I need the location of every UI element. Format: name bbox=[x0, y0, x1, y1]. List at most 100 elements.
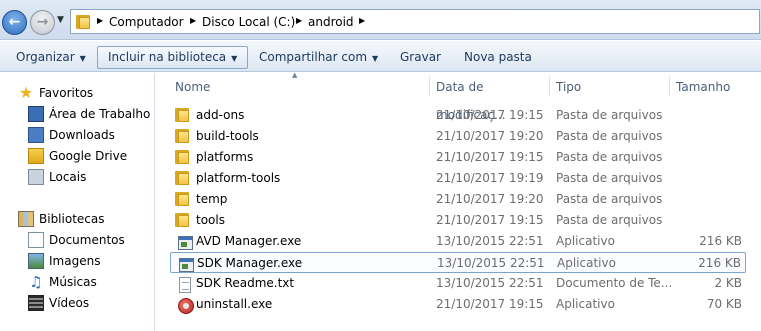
folder-icon bbox=[174, 149, 190, 165]
share-label: Compartilhar com bbox=[259, 50, 368, 64]
file-row[interactable]: AVD Manager.exe 13/10/2015 22:51 Aplicat… bbox=[170, 231, 746, 252]
column-header-type[interactable]: Tipo bbox=[556, 73, 666, 101]
nav-documents-label: Documentos bbox=[49, 233, 125, 247]
breadcrumb-local-disk[interactable]: Disco Local (C:) bbox=[202, 15, 295, 29]
include-label: Incluir na biblioteca bbox=[108, 50, 227, 64]
nav-documents[interactable]: Documentos bbox=[28, 230, 125, 250]
file-date: 21/10/2017 19:19 bbox=[436, 171, 544, 185]
file-date: 21/10/2017 19:15 bbox=[436, 297, 544, 311]
nav-music-label: Músicas bbox=[49, 275, 97, 289]
file-row[interactable]: platform-tools 21/10/2017 19:19 Pasta de… bbox=[170, 168, 746, 189]
nav-google-drive[interactable]: Google Drive bbox=[28, 146, 127, 166]
new-folder-button[interactable]: Nova pasta bbox=[464, 48, 532, 68]
file-row[interactable]: add-ons 21/10/2017 19:15 Pasta de arquiv… bbox=[170, 105, 746, 126]
column-type-label: Tipo bbox=[556, 80, 582, 94]
column-divider[interactable] bbox=[429, 76, 430, 96]
file-name: uninstall.exe bbox=[196, 297, 273, 311]
file-row[interactable]: temp 21/10/2017 19:20 Pasta de arquivos bbox=[170, 189, 746, 210]
file-type: Pasta de arquivos bbox=[556, 150, 663, 164]
file-row[interactable]: build-tools 21/10/2017 19:20 Pasta de ar… bbox=[170, 126, 746, 147]
file-name: AVD Manager.exe bbox=[196, 234, 302, 248]
file-name: add-ons bbox=[196, 108, 245, 122]
file-name: temp bbox=[196, 192, 228, 206]
back-button[interactable]: ← bbox=[2, 10, 27, 35]
file-date: 13/10/2015 22:51 bbox=[436, 234, 544, 248]
music-note-icon: ♫ bbox=[29, 272, 43, 291]
chevron-right-icon[interactable]: ▶ bbox=[359, 16, 365, 25]
breadcrumb[interactable]: ▶ Computador ▶ Disco Local (C:) ▶ androi… bbox=[70, 9, 760, 34]
file-row[interactable]: platforms 21/10/2017 19:15 Pasta de arqu… bbox=[170, 147, 746, 168]
folder-icon bbox=[174, 107, 190, 123]
application-icon bbox=[175, 255, 194, 272]
folder-icon bbox=[174, 191, 190, 207]
navigation-pane: ★ Favoritos Área de Trabalho Downloads Go… bbox=[0, 73, 155, 331]
file-type: Pasta de arquivos bbox=[556, 108, 663, 122]
share-with-button[interactable]: Compartilhar com ▼ bbox=[259, 48, 378, 68]
organize-button[interactable]: Organizar ▼ bbox=[16, 48, 86, 68]
places-icon bbox=[28, 168, 44, 185]
uninstaller-icon bbox=[174, 296, 194, 314]
file-date: 21/10/2017 19:15 bbox=[436, 150, 544, 164]
caret-down-icon: ▼ bbox=[79, 54, 86, 63]
nav-videos-label: Vídeos bbox=[49, 296, 90, 310]
text-file-icon bbox=[174, 275, 191, 293]
include-in-library-button[interactable]: Incluir na biblioteca ▼ bbox=[97, 46, 249, 69]
nav-downloads[interactable]: Downloads bbox=[28, 125, 115, 145]
column-divider[interactable] bbox=[549, 76, 550, 96]
folder-icon bbox=[174, 170, 190, 186]
column-header-size[interactable]: Tamanho bbox=[676, 73, 756, 101]
breadcrumb-android[interactable]: android bbox=[308, 15, 354, 29]
film-icon bbox=[28, 294, 44, 311]
nav-places[interactable]: Locais bbox=[28, 167, 86, 187]
file-row[interactable]: tools 21/10/2017 19:15 Pasta de arquivos bbox=[170, 210, 746, 231]
file-type: Pasta de arquivos bbox=[556, 213, 663, 227]
file-type: Pasta de arquivos bbox=[556, 192, 663, 206]
nav-videos[interactable]: Vídeos bbox=[28, 293, 89, 313]
command-bar: Organizar ▼ Incluir na biblioteca ▼ Compar… bbox=[0, 41, 761, 72]
file-type: Documento de Te... bbox=[556, 276, 673, 290]
nav-desktop-label: Área de Trabalho bbox=[49, 107, 151, 121]
file-row[interactable]: SDK Readme.txt 13/10/2015 22:51 Document… bbox=[170, 273, 746, 294]
chevron-right-icon[interactable]: ▶ bbox=[296, 16, 302, 25]
file-row-selected[interactable]: SDK Manager.exe 13/10/2015 22:51 Aplicat… bbox=[170, 252, 746, 273]
file-row[interactable]: uninstall.exe 21/10/2017 19:15 Aplicativ… bbox=[170, 294, 746, 315]
folder-icon bbox=[75, 14, 91, 30]
chevron-right-icon[interactable]: ▶ bbox=[190, 16, 196, 25]
arrow-right-icon: → bbox=[36, 14, 49, 30]
file-name: SDK Readme.txt bbox=[196, 276, 295, 290]
burn-button[interactable]: Gravar bbox=[400, 48, 441, 68]
nav-images[interactable]: Imagens bbox=[28, 251, 100, 271]
file-size: 216 KB bbox=[699, 234, 742, 248]
file-date: 21/10/2017 19:20 bbox=[436, 129, 544, 143]
chevron-right-icon[interactable]: ▶ bbox=[97, 16, 103, 25]
nav-downloads-label: Downloads bbox=[49, 128, 115, 142]
file-size: 70 KB bbox=[706, 297, 742, 311]
file-date: 13/10/2015 22:51 bbox=[437, 256, 545, 270]
nav-libraries[interactable]: Bibliotecas bbox=[18, 209, 104, 229]
nav-libraries-label: Bibliotecas bbox=[39, 212, 105, 226]
file-name: platform-tools bbox=[196, 171, 281, 185]
column-header-name[interactable]: Nome bbox=[175, 73, 425, 101]
breadcrumb-computer[interactable]: Computador bbox=[109, 15, 184, 29]
column-divider[interactable] bbox=[669, 76, 670, 96]
google-drive-icon bbox=[28, 147, 44, 164]
file-type: Pasta de arquivos bbox=[556, 171, 663, 185]
arrow-left-icon: ← bbox=[8, 14, 21, 30]
organize-label: Organizar bbox=[16, 50, 75, 64]
recent-pages-dropdown-icon[interactable]: ▼ bbox=[57, 15, 64, 25]
nav-favorites[interactable]: ★ Favoritos bbox=[18, 83, 93, 103]
desktop-icon bbox=[28, 105, 44, 122]
nav-music[interactable]: ♫ Músicas bbox=[28, 272, 97, 292]
documents-icon bbox=[28, 231, 44, 248]
application-icon bbox=[174, 233, 193, 250]
column-header-date[interactable]: Data de modificaç... bbox=[436, 73, 548, 122]
nav-desktop[interactable]: Área de Trabalho bbox=[28, 104, 150, 124]
file-date: 13/10/2015 22:51 bbox=[436, 276, 544, 290]
file-type: Pasta de arquivos bbox=[556, 129, 663, 143]
column-name-label: Nome bbox=[175, 80, 211, 94]
nav-google-drive-label: Google Drive bbox=[49, 149, 128, 163]
star-icon: ★ bbox=[18, 82, 34, 102]
forward-button[interactable]: → bbox=[30, 10, 55, 35]
folder-icon bbox=[174, 212, 190, 228]
file-type: Aplicativo bbox=[556, 297, 615, 311]
